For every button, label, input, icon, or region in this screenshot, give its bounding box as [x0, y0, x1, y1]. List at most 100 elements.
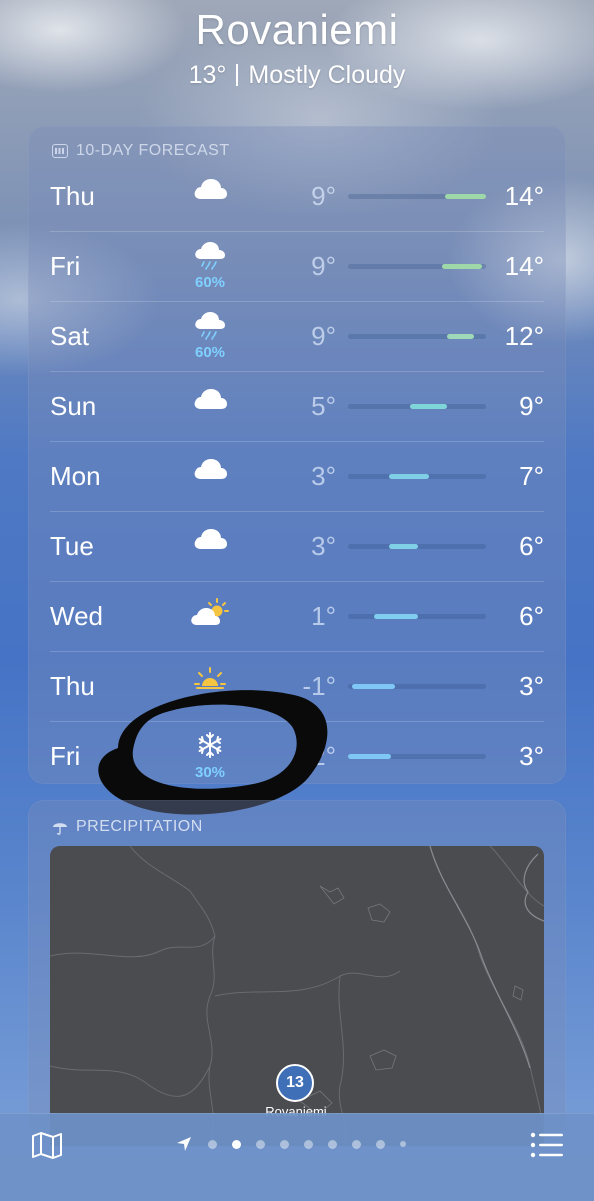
- temp-range-track: [348, 614, 486, 619]
- condition-text: Mostly Cloudy: [248, 61, 406, 89]
- day-label: Thu: [50, 181, 95, 211]
- cloud-icon: [186, 177, 234, 201]
- page-dot[interactable]: [207, 1139, 217, 1149]
- low-temp: 3°: [311, 531, 336, 561]
- forecast-row[interactable]: Thu 9° 14°: [28, 161, 566, 231]
- page-dot[interactable]: [375, 1139, 385, 1149]
- bottom-toolbar: [0, 1113, 594, 1201]
- high-temp: 6°: [519, 531, 544, 561]
- low-temp: 9°: [311, 321, 336, 351]
- temp-range-bar: [444, 194, 486, 199]
- cloud-rain-icon: [186, 241, 234, 271]
- condition-icon-wrap: 60%: [186, 311, 234, 361]
- forecast-row[interactable]: Thu -1° 3°: [28, 651, 566, 721]
- temp-range-track: [348, 474, 486, 479]
- condition-icon-wrap: 30%: [186, 731, 234, 781]
- temp-range-bar: [352, 684, 395, 689]
- forecast-row[interactable]: Sat 60% 9° 12°: [28, 301, 566, 371]
- condition-icon-wrap: [186, 521, 234, 571]
- location-pin[interactable]: 13: [276, 1064, 314, 1102]
- temp-range-track: [348, 194, 486, 199]
- row-divider: [50, 231, 544, 232]
- low-temp: -1°: [302, 671, 336, 701]
- temp-range-bar: [374, 614, 419, 619]
- precip-chance: 60%: [194, 274, 226, 291]
- day-label: Mon: [50, 461, 101, 491]
- precip-chance: 30%: [194, 764, 226, 781]
- precipitation-card[interactable]: PRECIPITATION 13 Rovaniemi: [28, 800, 566, 1146]
- high-temp: 3°: [519, 671, 544, 701]
- high-temp: 12°: [504, 321, 544, 351]
- high-temp: 9°: [519, 391, 544, 421]
- high-temp: 14°: [504, 181, 544, 211]
- snowflake-icon: [186, 731, 234, 759]
- forecast-row[interactable]: Mon 3° 7°: [28, 441, 566, 511]
- forecast-title-label: 10-DAY FORECAST: [76, 142, 230, 159]
- temp-range-track: [348, 404, 486, 409]
- low-temp: 5°: [311, 391, 336, 421]
- list-icon[interactable]: [530, 1132, 564, 1158]
- low-temp: 9°: [311, 251, 336, 281]
- low-temp: -2°: [302, 741, 336, 771]
- forecast-row[interactable]: Fri 60% 9° 14°: [28, 231, 566, 301]
- city-name: Rovaniemi: [195, 6, 399, 53]
- temp-range-bar: [348, 754, 391, 759]
- row-divider: [50, 371, 544, 372]
- page-indicator[interactable]: [176, 1136, 413, 1152]
- row-divider: [50, 721, 544, 722]
- day-label: Fri: [50, 741, 81, 771]
- forecast-row[interactable]: Sun 5° 9°: [28, 371, 566, 441]
- precipitation-title: PRECIPITATION: [52, 818, 203, 836]
- low-temp: 9°: [311, 181, 336, 211]
- cloud-icon: [186, 527, 234, 551]
- separator: [236, 64, 239, 86]
- temp-range-bar: [389, 474, 430, 479]
- temp-range-track: [348, 544, 486, 549]
- location-header: Rovaniemi 13° Mostly Cloudy: [0, 6, 594, 92]
- precipitation-map[interactable]: 13 Rovaniemi: [50, 846, 544, 1146]
- forecast-row[interactable]: Fri 30% -2° 3°: [28, 721, 566, 791]
- high-temp: 3°: [519, 741, 544, 771]
- page-dot-active[interactable]: [231, 1139, 241, 1149]
- high-temp: 6°: [519, 601, 544, 631]
- day-label: Wed: [50, 601, 103, 631]
- forecast-title: 10-DAY FORECAST: [52, 142, 230, 160]
- temp-range-track: [348, 264, 486, 269]
- temp-range-track: [348, 334, 486, 339]
- day-label: Tue: [50, 531, 94, 561]
- row-divider: [50, 651, 544, 652]
- temp-range-bar: [410, 404, 448, 409]
- precip-chance: 60%: [194, 344, 226, 361]
- ten-day-forecast-card[interactable]: 10-DAY FORECAST Thu 9° 14° Fri 60% 9° 14° Sat 60…: [28, 126, 566, 784]
- umbrella-icon: [53, 823, 67, 835]
- calendar-icon: [52, 144, 68, 158]
- current-temperature: 13°: [188, 61, 227, 89]
- forecast-row[interactable]: Tue 3° 6°: [28, 511, 566, 581]
- temp-range-track: [348, 684, 486, 689]
- high-temp: 7°: [519, 461, 544, 491]
- forecast-row[interactable]: Wed 1° 6°: [28, 581, 566, 651]
- condition-icon-wrap: [186, 171, 234, 221]
- row-divider: [50, 511, 544, 512]
- condition-icon-wrap: [186, 591, 234, 641]
- day-label: Fri: [50, 251, 81, 281]
- sun-icon: [186, 667, 234, 691]
- page-dot[interactable]: [255, 1139, 265, 1149]
- row-divider: [50, 581, 544, 582]
- day-label: Sun: [50, 391, 97, 421]
- page-dot[interactable]: [351, 1139, 361, 1149]
- page-dot-small[interactable]: [399, 1141, 406, 1147]
- page-dot[interactable]: [327, 1139, 337, 1149]
- cloud-icon: [186, 387, 234, 411]
- page-dot[interactable]: [279, 1139, 289, 1149]
- row-divider: [50, 441, 544, 442]
- low-temp: 3°: [311, 461, 336, 491]
- map-icon[interactable]: [30, 1130, 64, 1160]
- page-dot[interactable]: [303, 1139, 313, 1149]
- temp-range-track: [348, 754, 486, 759]
- day-label: Sat: [50, 321, 90, 351]
- high-temp: 14°: [504, 251, 544, 281]
- cloud-sun-icon: [186, 597, 234, 627]
- condition-icon-wrap: [186, 661, 234, 711]
- condition-icon-wrap: 60%: [186, 241, 234, 291]
